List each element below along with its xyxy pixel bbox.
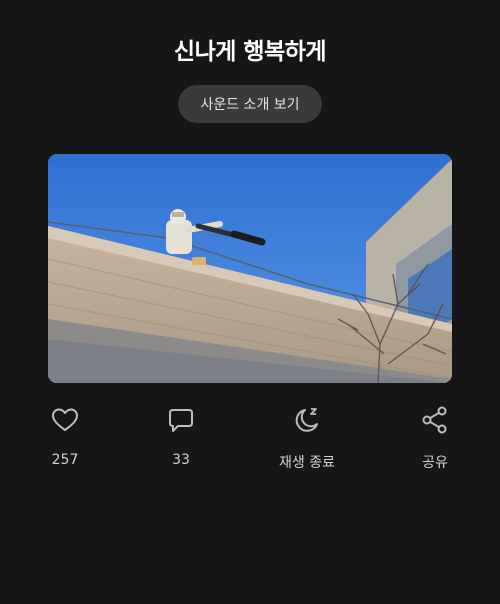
heart-icon — [50, 405, 80, 435]
sound-intro-button[interactable]: 사운드 소개 보기 — [178, 85, 322, 123]
comment-count: 33 — [172, 452, 190, 468]
page-title: 신나게 행복하게 — [173, 39, 327, 65]
speech-bubble-icon — [166, 405, 196, 435]
share-label: 공유 — [422, 455, 448, 471]
share-button[interactable]: 공유 — [390, 405, 480, 472]
sleep-timer-button[interactable]: 재생 종료 — [262, 405, 352, 472]
moon-zzz-icon — [292, 405, 322, 435]
cover-photo — [48, 154, 452, 383]
comment-button[interactable]: 33 — [136, 405, 226, 468]
sleep-label: 재생 종료 — [279, 455, 335, 471]
like-count: 257 — [51, 452, 79, 468]
action-bar: 257 33 재생 종료 공유 — [0, 405, 500, 485]
share-icon — [420, 405, 450, 435]
like-button[interactable]: 257 — [20, 405, 110, 468]
